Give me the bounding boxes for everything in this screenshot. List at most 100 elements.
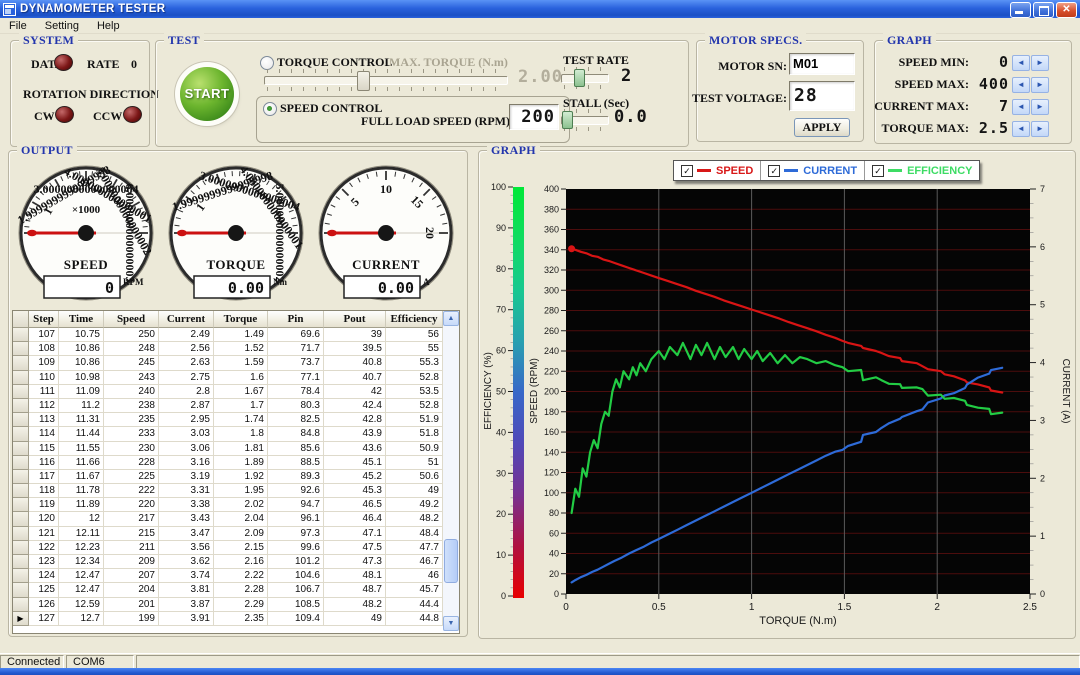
menu-file[interactable]: File [0,20,36,32]
table-row[interactable]: 120 12 217 3.43 2.04 96.1 46.4 48.2 [13,512,443,527]
row-selector[interactable] [13,398,29,414]
apply-button[interactable]: APPLY [794,118,850,137]
slider-track[interactable] [561,74,609,83]
test-voltage-input[interactable]: 28 [789,81,855,111]
table-row[interactable]: 117 11.67 225 3.19 1.92 89.3 45.2 50.6 [13,469,443,485]
slider-track[interactable] [264,76,508,85]
spin-left-icon[interactable]: ◄ [1012,77,1030,93]
column-header[interactable]: Speed [104,311,159,328]
table-row[interactable]: 122 12.23 211 3.56 2.15 99.6 47.5 47.7 [13,540,443,555]
spin-left-icon[interactable]: ◄ [1012,121,1030,137]
table-row[interactable]: ▶ 127 12.7 199 3.91 2.35 109.4 49 44.8 [13,611,443,626]
column-header[interactable]: Pin [268,311,324,328]
table-cell: 50.6 [386,469,443,485]
table-row[interactable]: 116 11.66 228 3.16 1.89 88.5 45.1 51 [13,455,443,470]
table-row[interactable]: 109 10.86 245 2.63 1.59 73.7 40.8 55.3 [13,356,443,371]
row-selector[interactable] [13,583,29,598]
spin-right-icon[interactable]: ► [1031,55,1049,71]
scrollbar-thumb[interactable] [444,539,458,583]
table-row[interactable]: 111 11.09 240 2.8 1.67 78.4 42 53.5 [13,384,443,399]
graph-setting-row: SPEED MIN: 0 ◄ ► [875,53,1071,71]
stall-slider-thumb[interactable] [562,111,573,129]
max-torque-slider-thumb[interactable] [357,71,370,91]
row-selector[interactable]: ▶ [13,611,29,626]
row-selector[interactable] [13,540,29,555]
stall-slider[interactable] [561,109,609,131]
table-row[interactable]: 125 12.47 204 3.81 2.28 106.7 48.7 45.7 [13,583,443,598]
table-cell: 233 [104,427,159,442]
table-row[interactable]: 123 12.34 209 3.62 2.16 101.2 47.3 46.7 [13,555,443,570]
data-led [54,54,73,71]
speed-control-radio[interactable] [263,102,277,116]
row-selector[interactable] [13,555,29,570]
legend-checkbox[interactable]: ✓ [681,164,693,177]
svg-text:Nm: Nm [273,277,287,287]
motor-specs-title: MOTOR SPECS. [705,33,807,48]
table-row[interactable]: 110 10.98 243 2.75 1.6 77.1 40.7 52.8 [13,370,443,385]
column-header[interactable]: Step [29,311,59,328]
row-selector[interactable] [13,512,29,527]
minimize-button[interactable] [1010,2,1031,18]
legend-checkbox[interactable]: ✓ [768,164,781,177]
table-row[interactable]: 124 12.47 207 3.74 2.22 104.6 48.1 46 [13,569,443,584]
column-header[interactable]: Time [59,311,104,328]
table-cell: 52.8 [386,398,443,414]
table-row[interactable]: 113 11.31 235 2.95 1.74 82.5 42.8 51.9 [13,413,443,428]
table-scrollbar[interactable]: ▲ ▼ [443,311,459,631]
test-rate-slider-thumb[interactable] [574,69,585,87]
table-row[interactable]: 115 11.55 230 3.06 1.81 85.6 43.6 50.9 [13,441,443,456]
table-row[interactable]: 126 12.59 201 3.87 2.29 108.5 48.2 44.4 [13,597,443,612]
table-cell: 47.3 [324,555,386,570]
table-cell: 12.47 [59,583,104,598]
slider-ticks [267,87,505,91]
menu-help[interactable]: Help [88,20,129,32]
max-torque-slider[interactable] [264,69,508,91]
row-selector[interactable] [13,328,29,343]
spin-right-icon[interactable]: ► [1031,121,1049,137]
row-selector[interactable] [13,484,29,499]
motor-sn-input[interactable]: M01 [789,53,855,75]
column-header[interactable]: Efficiency [386,311,443,328]
table-row[interactable]: 119 11.89 220 3.38 2.02 94.7 46.5 49.2 [13,498,443,513]
row-selector[interactable] [13,370,29,385]
table-row[interactable]: 114 11.44 233 3.03 1.8 84.8 43.9 51.8 [13,427,443,442]
row-selector[interactable] [13,342,29,357]
graph-settings-title: GRAPH [883,33,936,48]
spin-left-icon[interactable]: ◄ [1012,99,1030,115]
row-selector[interactable] [13,427,29,442]
table-row[interactable]: 118 11.78 222 3.31 1.95 92.6 45.3 49 [13,484,443,499]
svg-text:TORQUE: TORQUE [206,257,265,272]
table-row[interactable]: 112 11.2 238 2.87 1.7 80.3 42.4 52.8 [13,398,443,414]
scroll-up-button[interactable]: ▲ [443,311,459,326]
column-header[interactable]: Torque [214,311,268,328]
column-header[interactable]: Pout [324,311,386,328]
legend-checkbox[interactable]: ✓ [872,164,885,177]
table-row[interactable]: 107 10.75 250 2.49 1.49 69.6 39 56 [13,328,443,343]
torque-control-radio[interactable] [260,56,274,70]
row-selector[interactable] [13,384,29,399]
spin-left-icon[interactable]: ◄ [1012,55,1030,71]
table-cell: 3.43 [159,512,214,527]
row-selector[interactable] [13,455,29,470]
restore-button[interactable] [1033,2,1054,18]
row-selector[interactable] [13,413,29,428]
row-selector[interactable] [13,498,29,513]
row-selector[interactable] [13,356,29,371]
table-row[interactable]: 108 10.86 248 2.56 1.52 71.7 39.5 55 [13,342,443,357]
table-row[interactable]: 121 12.11 215 3.47 2.09 97.3 47.1 48.4 [13,526,443,541]
full-load-speed-input[interactable]: 200 [509,104,559,130]
row-selector[interactable] [13,526,29,541]
close-button[interactable]: ✕ [1056,2,1077,18]
row-selector[interactable] [13,597,29,612]
column-header[interactable]: Current [159,311,214,328]
row-selector[interactable] [13,569,29,584]
table-cell: 12 [59,512,104,527]
row-selector[interactable] [13,441,29,456]
row-selector[interactable] [13,469,29,485]
spin-right-icon[interactable]: ► [1031,99,1049,115]
spin-right-icon[interactable]: ► [1031,77,1049,93]
scroll-down-button[interactable]: ▼ [443,616,459,631]
menu-setting[interactable]: Setting [36,20,88,32]
start-button[interactable]: START [180,67,234,121]
test-rate-slider[interactable] [561,67,609,89]
